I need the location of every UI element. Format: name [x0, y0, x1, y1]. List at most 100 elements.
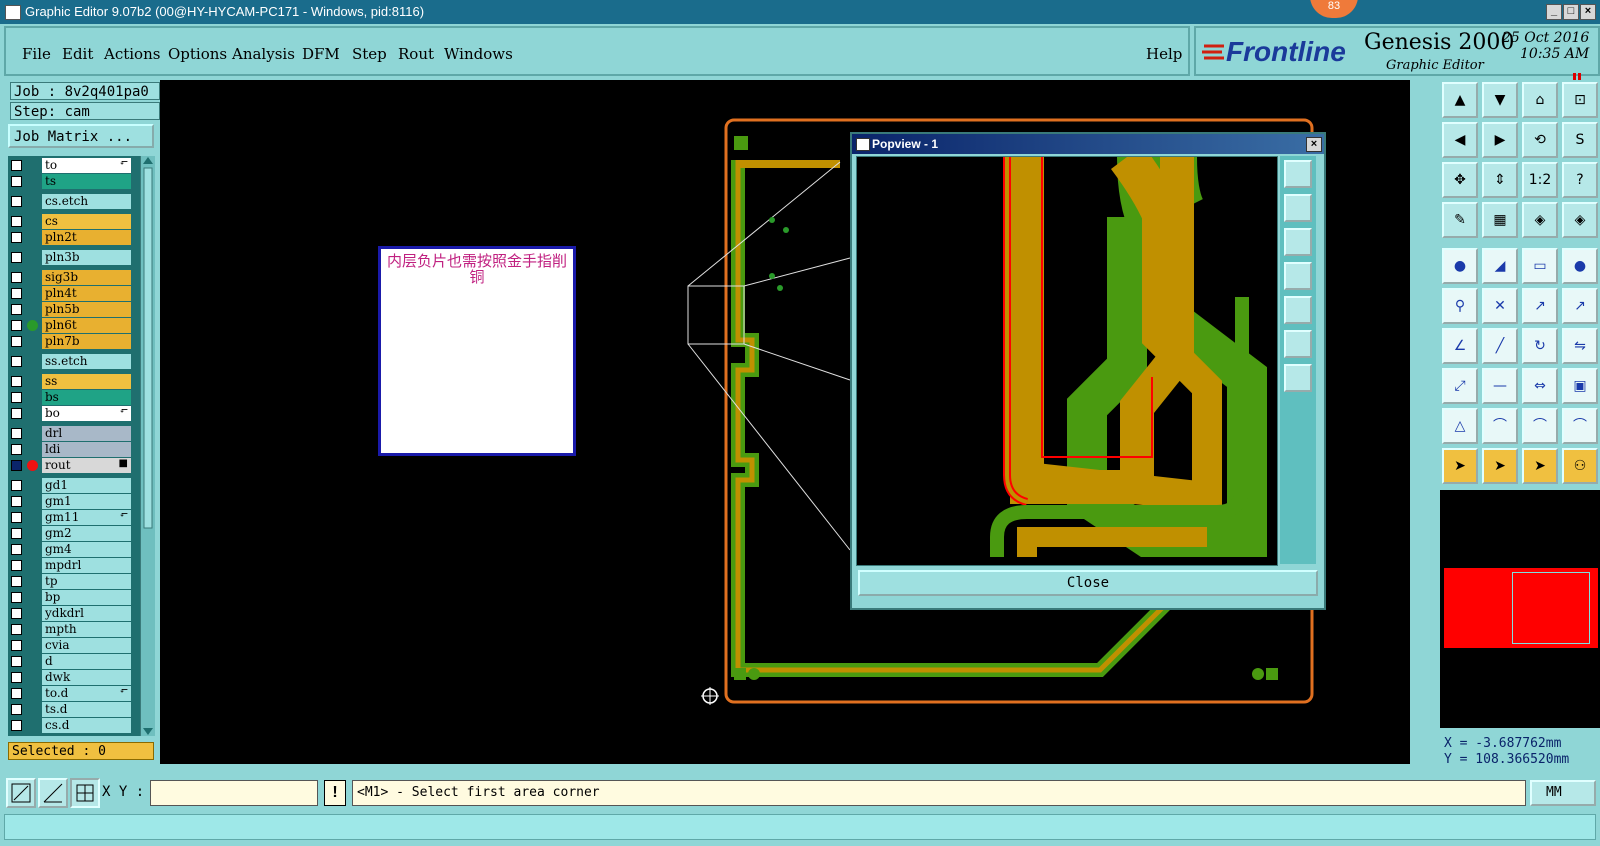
- layer-name[interactable]: ss.etch: [42, 354, 131, 369]
- layer-name[interactable]: gm11: [42, 510, 131, 525]
- layer-name[interactable]: sig3b: [42, 270, 131, 285]
- layer-row[interactable]: ts.d: [8, 702, 140, 718]
- pan-left-icon[interactable]: ◀: [1442, 122, 1478, 158]
- layer-row[interactable]: ss.etch: [8, 354, 140, 370]
- angle-icon[interactable]: ∠: [1442, 328, 1478, 364]
- layer-name[interactable]: ts: [42, 174, 131, 189]
- layer-row[interactable]: ts: [8, 174, 140, 190]
- layer-checkbox[interactable]: [11, 576, 22, 587]
- layer-checkbox[interactable]: [11, 444, 22, 455]
- layer-name[interactable]: pln4t: [42, 286, 131, 301]
- job-matrix-button[interactable]: Job Matrix ...: [8, 124, 154, 148]
- layer-row[interactable]: pln7b: [8, 334, 140, 350]
- layer-name[interactable]: pln2t: [42, 230, 131, 245]
- measure-mode-icon[interactable]: [38, 778, 68, 808]
- zoom-vertical-icon[interactable]: ⇕: [1482, 162, 1518, 198]
- layer-checkbox[interactable]: [11, 528, 22, 539]
- layer-row[interactable]: gm4: [8, 542, 140, 558]
- triangle-icon[interactable]: △: [1442, 408, 1478, 444]
- layer-row[interactable]: gm1: [8, 494, 140, 510]
- layer-checkbox[interactable]: [11, 196, 22, 207]
- menu-analysis[interactable]: Analysis: [232, 45, 295, 63]
- layer-checkbox[interactable]: [11, 272, 22, 283]
- layer-name[interactable]: bs: [42, 390, 131, 405]
- layer-row[interactable]: gm11 ⬐: [8, 510, 140, 526]
- layer-name[interactable]: bp: [42, 590, 131, 605]
- menu-actions[interactable]: Actions: [104, 45, 160, 63]
- popview-close-button[interactable]: Close: [858, 570, 1318, 596]
- layer-row[interactable]: tp: [8, 574, 140, 590]
- layers-icon[interactable]: ▣: [1562, 368, 1598, 404]
- add-circle-icon[interactable]: ●: [1562, 248, 1598, 284]
- layer-row[interactable]: mpdrl: [8, 558, 140, 574]
- select-poly-icon[interactable]: ➤: [1522, 448, 1558, 484]
- layer-name[interactable]: pln6t: [42, 318, 131, 333]
- add-pad-icon[interactable]: ●: [1442, 248, 1478, 284]
- menu-dfm[interactable]: DFM: [302, 45, 340, 63]
- add-line-icon[interactable]: ◢: [1482, 248, 1518, 284]
- layer-checkbox[interactable]: [11, 592, 22, 603]
- rotate-icon[interactable]: ↻: [1522, 328, 1558, 364]
- pan-down-icon[interactable]: ▼: [1482, 82, 1518, 118]
- layer-checkbox[interactable]: [11, 304, 22, 315]
- menu-edit[interactable]: Edit: [62, 45, 93, 63]
- layer-checkbox[interactable]: [11, 704, 22, 715]
- layer-row[interactable]: mpth: [8, 622, 140, 638]
- menu-windows[interactable]: Windows: [444, 45, 513, 63]
- popview-pan-down-icon[interactable]: [1284, 228, 1312, 256]
- connect-icon[interactable]: ⚲: [1442, 288, 1478, 324]
- maximize-button[interactable]: □: [1563, 4, 1579, 20]
- grid-icon[interactable]: ▦: [1482, 202, 1518, 238]
- scale-1-2-icon[interactable]: 1:2: [1522, 162, 1558, 198]
- popview-pan-left-icon[interactable]: [1284, 262, 1312, 290]
- layer-row[interactable]: pln4t: [8, 286, 140, 302]
- layer-list-scrollbar[interactable]: [140, 156, 155, 736]
- select-net-icon[interactable]: ⚇: [1562, 448, 1598, 484]
- layer-name[interactable]: pln5b: [42, 302, 131, 317]
- layer-name[interactable]: pln7b: [42, 334, 131, 349]
- layer-row[interactable]: ldi: [8, 442, 140, 458]
- layer-checkbox[interactable]: [11, 392, 22, 403]
- arc-icon[interactable]: ⌒: [1482, 408, 1518, 444]
- popview-window[interactable]: Popview - 1 × Close: [850, 132, 1326, 610]
- notification-badge[interactable]: 83: [1310, 0, 1358, 18]
- layer-checkbox[interactable]: [11, 560, 22, 571]
- layer-row[interactable]: bp: [8, 590, 140, 606]
- layer-checkbox[interactable]: [11, 376, 22, 387]
- layer-row[interactable]: cs: [8, 214, 140, 230]
- layer-row[interactable]: ss: [8, 374, 140, 390]
- menu-file[interactable]: File: [22, 45, 51, 63]
- select-box-icon[interactable]: ➤: [1482, 448, 1518, 484]
- layer-name[interactable]: tp: [42, 574, 131, 589]
- layer-checkbox[interactable]: [11, 252, 22, 263]
- layer-checkbox[interactable]: [11, 512, 22, 523]
- popview-pan-right-icon[interactable]: [1284, 296, 1312, 324]
- layer-name[interactable]: gm4: [42, 542, 131, 557]
- layer-name[interactable]: to.d: [42, 686, 131, 701]
- popview-zoom-out-icon[interactable]: [1284, 330, 1312, 358]
- layer-colors-icon[interactable]: ◈: [1522, 202, 1558, 238]
- layer-name[interactable]: cs.etch: [42, 194, 131, 209]
- layer-name[interactable]: d: [42, 654, 131, 669]
- units-selector[interactable]: MM: [1530, 780, 1596, 806]
- layer-row[interactable]: pln3b: [8, 250, 140, 266]
- measure-icon[interactable]: ⇔: [1522, 368, 1558, 404]
- resize-icon[interactable]: ⤢: [1442, 368, 1478, 404]
- layer-row[interactable]: cs.etch: [8, 194, 140, 210]
- layer-name[interactable]: gm1: [42, 494, 131, 509]
- arc-align-icon[interactable]: ⌒: [1562, 408, 1598, 444]
- layer-name[interactable]: pln3b: [42, 250, 131, 265]
- layer-checkbox[interactable]: [11, 720, 22, 731]
- menu-rout[interactable]: Rout: [398, 45, 434, 63]
- layer-checkbox[interactable]: [11, 160, 22, 171]
- move-icon[interactable]: ↗: [1522, 288, 1558, 324]
- arc-edit-icon[interactable]: ⌒: [1522, 408, 1558, 444]
- layer-name[interactable]: ts.d: [42, 702, 131, 717]
- layer-row[interactable]: cvia: [8, 638, 140, 654]
- layer-checkbox[interactable]: [11, 288, 22, 299]
- popview-zoom-in-icon[interactable]: [1284, 364, 1312, 392]
- zoom-fit-icon[interactable]: ✥: [1442, 162, 1478, 198]
- layer-name[interactable]: cs: [42, 214, 131, 229]
- layer-name[interactable]: cvia: [42, 638, 131, 653]
- layer-name[interactable]: to: [42, 158, 131, 173]
